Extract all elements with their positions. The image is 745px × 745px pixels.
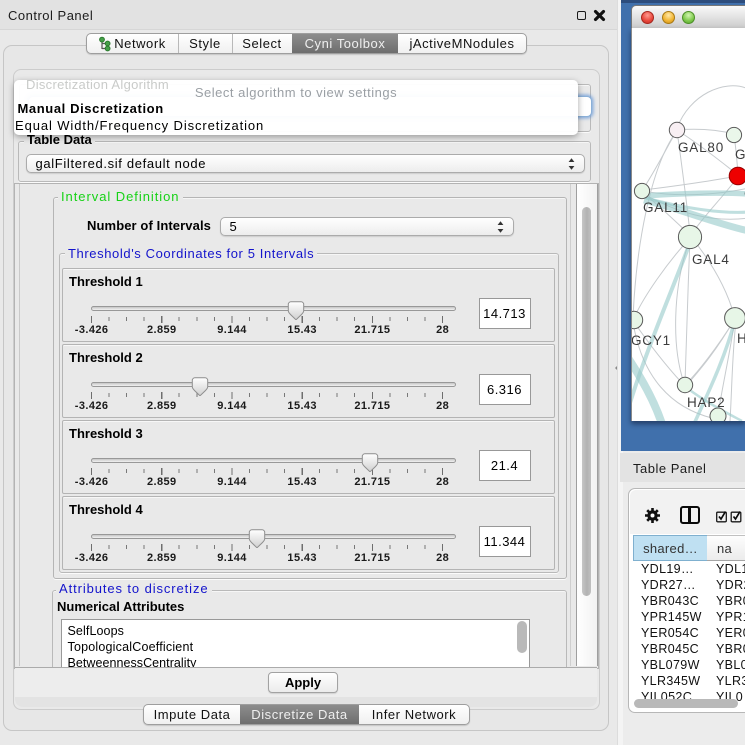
svg-text:GAL80: GAL80 [678,140,724,155]
svg-text:HAP2: HAP2 [687,395,725,410]
svg-text:GAL4: GAL4 [692,252,730,267]
svg-text:H: H [737,331,745,346]
svg-text:GCY1: GCY1 [632,333,671,348]
svg-text:GAL11: GAL11 [643,200,688,215]
svg-text:GA: GA [735,147,745,162]
